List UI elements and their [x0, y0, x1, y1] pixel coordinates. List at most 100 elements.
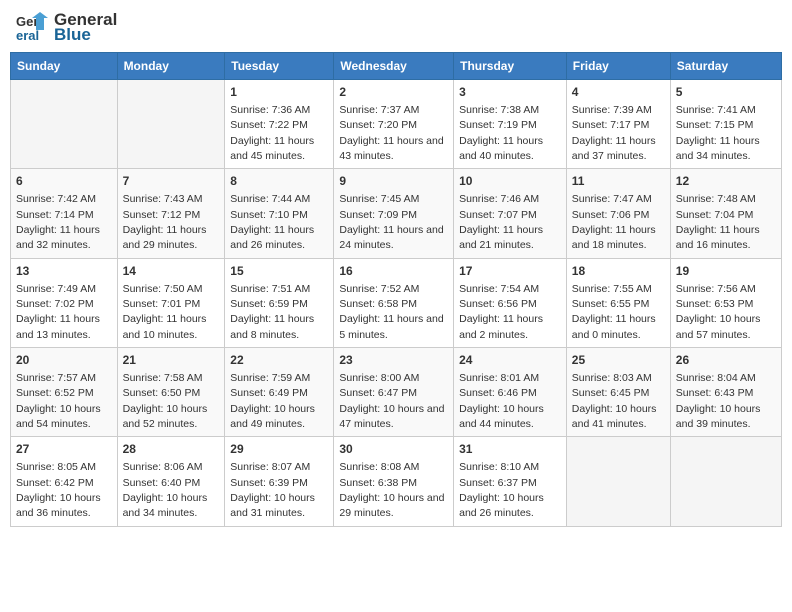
- header-row: SundayMondayTuesdayWednesdayThursdayFrid…: [11, 53, 782, 80]
- header-wednesday: Wednesday: [334, 53, 454, 80]
- day-info: Sunrise: 7:58 AM Sunset: 6:50 PM Dayligh…: [123, 372, 208, 430]
- day-number: 21: [123, 352, 220, 369]
- day-number: 1: [230, 84, 328, 101]
- day-info: Sunrise: 8:01 AM Sunset: 6:46 PM Dayligh…: [459, 372, 544, 430]
- calendar-cell: 6 Sunrise: 7:42 AM Sunset: 7:14 PM Daylig…: [11, 169, 118, 258]
- calendar-cell: 17Sunrise: 7:54 AM Sunset: 6:56 PM Dayli…: [454, 258, 567, 347]
- calendar-cell: 21 Sunrise: 7:58 AM Sunset: 6:50 PM Dayli…: [117, 348, 225, 437]
- day-info: Sunrise: 7:42 AM Sunset: 7:14 PM Dayligh…: [16, 193, 100, 251]
- day-number: 28: [123, 441, 220, 458]
- day-number: 19: [676, 263, 776, 280]
- header-friday: Friday: [566, 53, 670, 80]
- page-header: Gen eral General Blue: [10, 10, 782, 46]
- calendar-cell: 19 Sunrise: 7:56 AM Sunset: 6:53 PM Dayli…: [670, 258, 781, 347]
- day-info: Sunrise: 7:47 AM Sunset: 7:06 PM Dayligh…: [572, 193, 656, 251]
- svg-text:eral: eral: [16, 28, 39, 43]
- calendar-cell: [117, 80, 225, 169]
- calendar-cell: [11, 80, 118, 169]
- calendar-cell: 7Sunrise: 7:43 AM Sunset: 7:12 PM Daylig…: [117, 169, 225, 258]
- day-info: Sunrise: 7:57 AM Sunset: 6:52 PM Dayligh…: [16, 372, 101, 430]
- day-info: Sunrise: 7:49 AM Sunset: 7:02 PM Dayligh…: [16, 283, 100, 341]
- calendar-cell: 4 Sunrise: 7:39 AM Sunset: 7:17 PM Daylig…: [566, 80, 670, 169]
- day-number: 11: [572, 173, 665, 190]
- day-number: 3: [459, 84, 561, 101]
- day-info: Sunrise: 7:38 AM Sunset: 7:19 PM Dayligh…: [459, 104, 543, 162]
- calendar-cell: 18 Sunrise: 7:55 AM Sunset: 6:55 PM Dayli…: [566, 258, 670, 347]
- calendar-cell: 29Sunrise: 8:07 AM Sunset: 6:39 PM Dayli…: [225, 437, 334, 526]
- day-number: 6: [16, 173, 112, 190]
- day-number: 14: [123, 263, 220, 280]
- day-info: Sunrise: 7:41 AM Sunset: 7:15 PM Dayligh…: [676, 104, 760, 162]
- calendar-cell: [670, 437, 781, 526]
- day-info: Sunrise: 7:46 AM Sunset: 7:07 PM Dayligh…: [459, 193, 543, 251]
- calendar-table: SundayMondayTuesdayWednesdayThursdayFrid…: [10, 52, 782, 527]
- header-thursday: Thursday: [454, 53, 567, 80]
- day-number: 10: [459, 173, 561, 190]
- day-number: 8: [230, 173, 328, 190]
- day-info: Sunrise: 8:03 AM Sunset: 6:45 PM Dayligh…: [572, 372, 657, 430]
- day-info: Sunrise: 7:59 AM Sunset: 6:49 PM Dayligh…: [230, 372, 315, 430]
- calendar-cell: 15Sunrise: 7:51 AM Sunset: 6:59 PM Dayli…: [225, 258, 334, 347]
- day-info: Sunrise: 7:39 AM Sunset: 7:17 PM Dayligh…: [572, 104, 656, 162]
- calendar-cell: 5 Sunrise: 7:41 AM Sunset: 7:15 PM Daylig…: [670, 80, 781, 169]
- day-number: 4: [572, 84, 665, 101]
- calendar-cell: 30Sunrise: 8:08 AM Sunset: 6:38 PM Dayli…: [334, 437, 454, 526]
- calendar-cell: 26 Sunrise: 8:04 AM Sunset: 6:43 PM Dayli…: [670, 348, 781, 437]
- day-info: Sunrise: 8:00 AM Sunset: 6:47 PM Dayligh…: [339, 372, 444, 430]
- logo-svg: Gen eral: [14, 10, 50, 46]
- day-number: 27: [16, 441, 112, 458]
- day-info: Sunrise: 8:08 AM Sunset: 6:38 PM Dayligh…: [339, 461, 444, 519]
- calendar-cell: 8 Sunrise: 7:44 AM Sunset: 7:10 PM Daylig…: [225, 169, 334, 258]
- day-info: Sunrise: 7:37 AM Sunset: 7:20 PM Dayligh…: [339, 104, 443, 162]
- calendar-cell: [566, 437, 670, 526]
- day-info: Sunrise: 7:48 AM Sunset: 7:04 PM Dayligh…: [676, 193, 760, 251]
- calendar-cell: 3 Sunrise: 7:38 AM Sunset: 7:19 PM Daylig…: [454, 80, 567, 169]
- calendar-cell: 27 Sunrise: 8:05 AM Sunset: 6:42 PM Dayli…: [11, 437, 118, 526]
- day-number: 25: [572, 352, 665, 369]
- week-row-1: 1 Sunrise: 7:36 AM Sunset: 7:22 PM Daylig…: [11, 80, 782, 169]
- calendar-cell: 11 Sunrise: 7:47 AM Sunset: 7:06 PM Dayli…: [566, 169, 670, 258]
- header-sunday: Sunday: [11, 53, 118, 80]
- day-number: 29: [230, 441, 328, 458]
- day-info: Sunrise: 7:51 AM Sunset: 6:59 PM Dayligh…: [230, 283, 314, 341]
- day-number: 20: [16, 352, 112, 369]
- calendar-cell: 31 Sunrise: 8:10 AM Sunset: 6:37 PM Dayli…: [454, 437, 567, 526]
- day-number: 5: [676, 84, 776, 101]
- day-info: Sunrise: 8:06 AM Sunset: 6:40 PM Dayligh…: [123, 461, 208, 519]
- calendar-cell: 1 Sunrise: 7:36 AM Sunset: 7:22 PM Daylig…: [225, 80, 334, 169]
- calendar-body: 1 Sunrise: 7:36 AM Sunset: 7:22 PM Daylig…: [11, 80, 782, 527]
- day-number: 31: [459, 441, 561, 458]
- calendar-cell: 10 Sunrise: 7:46 AM Sunset: 7:07 PM Dayli…: [454, 169, 567, 258]
- day-info: Sunrise: 7:36 AM Sunset: 7:22 PM Dayligh…: [230, 104, 314, 162]
- calendar-cell: 23Sunrise: 8:00 AM Sunset: 6:47 PM Dayli…: [334, 348, 454, 437]
- calendar-cell: 24Sunrise: 8:01 AM Sunset: 6:46 PM Dayli…: [454, 348, 567, 437]
- day-info: Sunrise: 7:56 AM Sunset: 6:53 PM Dayligh…: [676, 283, 761, 341]
- day-number: 18: [572, 263, 665, 280]
- calendar-cell: 13 Sunrise: 7:49 AM Sunset: 7:02 PM Dayli…: [11, 258, 118, 347]
- day-number: 22: [230, 352, 328, 369]
- header-saturday: Saturday: [670, 53, 781, 80]
- day-info: Sunrise: 7:44 AM Sunset: 7:10 PM Dayligh…: [230, 193, 314, 251]
- day-info: Sunrise: 7:55 AM Sunset: 6:55 PM Dayligh…: [572, 283, 656, 341]
- calendar-cell: 22 Sunrise: 7:59 AM Sunset: 6:49 PM Dayli…: [225, 348, 334, 437]
- day-info: Sunrise: 7:45 AM Sunset: 7:09 PM Dayligh…: [339, 193, 443, 251]
- day-info: Sunrise: 8:10 AM Sunset: 6:37 PM Dayligh…: [459, 461, 544, 519]
- day-info: Sunrise: 7:52 AM Sunset: 6:58 PM Dayligh…: [339, 283, 443, 341]
- calendar-cell: 9Sunrise: 7:45 AM Sunset: 7:09 PM Daylig…: [334, 169, 454, 258]
- day-number: 12: [676, 173, 776, 190]
- day-number: 7: [123, 173, 220, 190]
- calendar-cell: 20 Sunrise: 7:57 AM Sunset: 6:52 PM Dayli…: [11, 348, 118, 437]
- day-info: Sunrise: 8:04 AM Sunset: 6:43 PM Dayligh…: [676, 372, 761, 430]
- day-info: Sunrise: 7:54 AM Sunset: 6:56 PM Dayligh…: [459, 283, 543, 341]
- calendar-cell: 25 Sunrise: 8:03 AM Sunset: 6:45 PM Dayli…: [566, 348, 670, 437]
- header-tuesday: Tuesday: [225, 53, 334, 80]
- week-row-4: 20 Sunrise: 7:57 AM Sunset: 6:52 PM Dayli…: [11, 348, 782, 437]
- calendar-cell: 16Sunrise: 7:52 AM Sunset: 6:58 PM Dayli…: [334, 258, 454, 347]
- calendar-cell: 28 Sunrise: 8:06 AM Sunset: 6:40 PM Dayli…: [117, 437, 225, 526]
- day-number: 13: [16, 263, 112, 280]
- day-info: Sunrise: 8:05 AM Sunset: 6:42 PM Dayligh…: [16, 461, 101, 519]
- day-number: 26: [676, 352, 776, 369]
- logo: Gen eral General Blue: [14, 10, 117, 46]
- week-row-5: 27 Sunrise: 8:05 AM Sunset: 6:42 PM Dayli…: [11, 437, 782, 526]
- calendar-cell: 14Sunrise: 7:50 AM Sunset: 7:01 PM Dayli…: [117, 258, 225, 347]
